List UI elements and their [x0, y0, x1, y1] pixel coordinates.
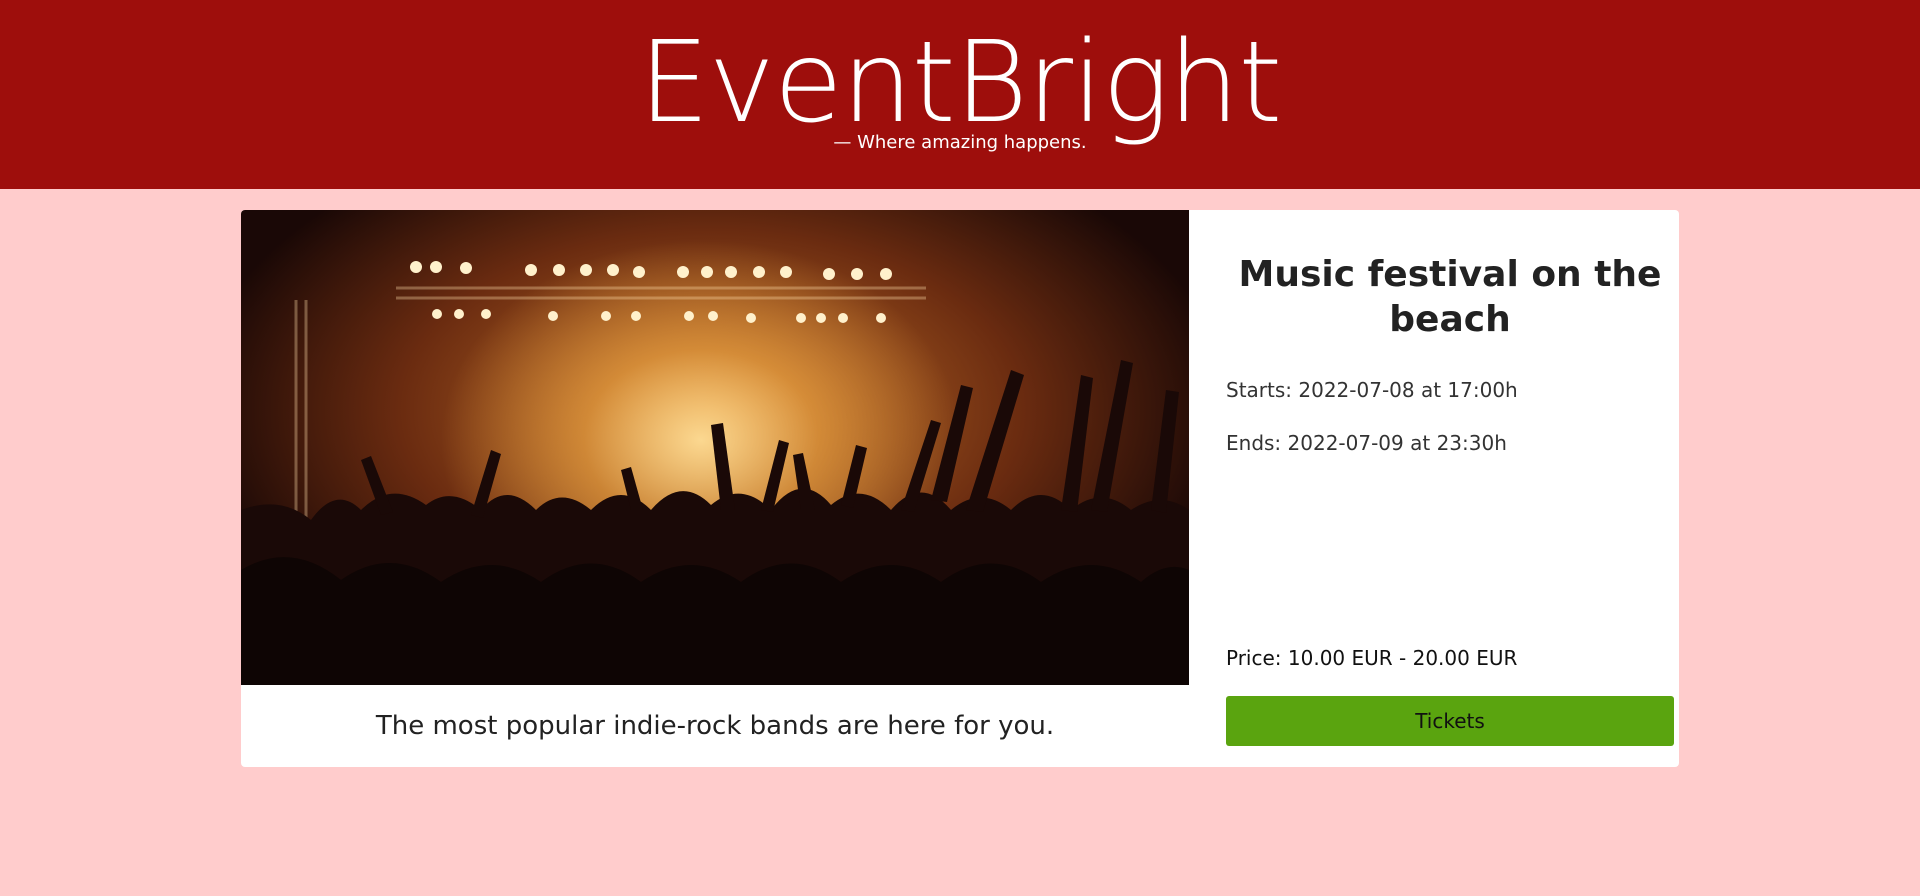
event-info-panel: Music festival on the beach Starts: 2022… — [1226, 210, 1674, 767]
event-price: Price: 10.00 EUR - 20.00 EUR — [1226, 646, 1518, 670]
event-card: The most popular indie-rock bands are he… — [241, 210, 1679, 767]
event-title: Music festival on the beach — [1238, 254, 1662, 340]
event-image — [241, 210, 1189, 685]
site-tagline: — Where amazing happens. — [833, 132, 1087, 153]
event-description: The most popular indie-rock bands are he… — [375, 711, 1055, 741]
site-logo-text[interactable]: EventBright — [0, 18, 1920, 148]
event-start-time: Starts: 2022-07-08 at 17:00h — [1226, 378, 1518, 402]
tickets-button[interactable]: Tickets — [1226, 696, 1674, 746]
site-header: EventBright — Where amazing happens. — [0, 0, 1920, 189]
concert-crowd-illustration — [241, 261, 1189, 685]
event-end-time: Ends: 2022-07-09 at 23:30h — [1226, 431, 1507, 455]
